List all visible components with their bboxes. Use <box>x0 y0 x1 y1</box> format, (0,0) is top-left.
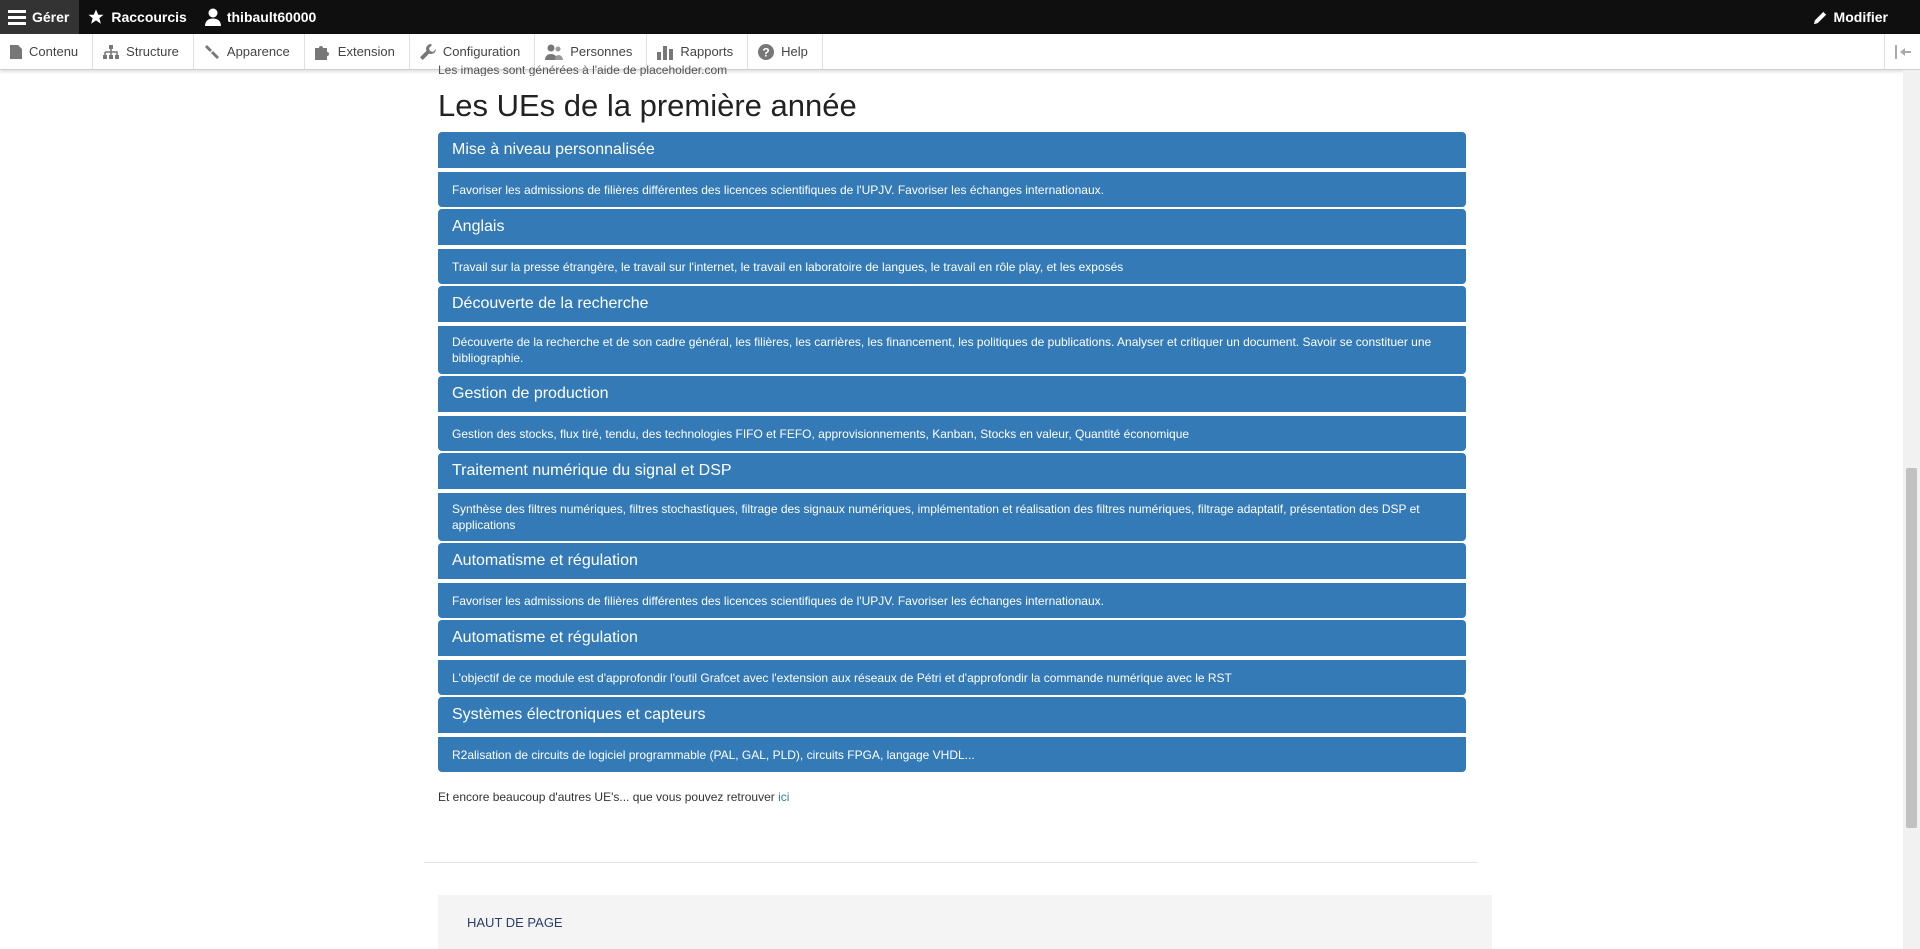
tray-item-extension[interactable]: Extension <box>305 34 410 69</box>
ue-title[interactable]: Gestion de production <box>438 376 1466 412</box>
tray-item-label: Apparence <box>226 44 290 59</box>
hamburger-icon <box>8 10 26 25</box>
ue-title[interactable]: Automatisme et régulation <box>438 620 1466 656</box>
ue-description: Favoriser les admissions de filières dif… <box>438 172 1466 207</box>
scrollbar-thumb[interactable] <box>1906 468 1917 828</box>
collapse-toolbar-button[interactable] <box>1884 34 1920 69</box>
shortcuts-label: Raccourcis <box>111 9 187 25</box>
pencil-icon <box>1813 11 1826 24</box>
shortcuts-button[interactable]: Raccourcis <box>79 0 196 34</box>
edit-button[interactable]: Modifier <box>1805 0 1920 34</box>
ue-title[interactable]: Traitement numérique du signal et DSP <box>438 453 1466 489</box>
collapse-arrow-icon <box>1894 44 1911 59</box>
tray-item-label: Rapports <box>680 44 734 59</box>
main-content: Les images sont générées à l'aide de pla… <box>438 60 1466 804</box>
puzzle-icon <box>314 45 329 60</box>
admin-toolbar: Gérer Raccourcis thibault60000 Modifier <box>0 0 1920 34</box>
ue-description: L'objectif de ce module est d'approfondi… <box>438 660 1466 695</box>
tray-item-label: Configuration <box>442 44 521 59</box>
more-ues-text: Et encore beaucoup d'autres UE's... que … <box>438 790 1466 804</box>
more-ues-label: Et encore beaucoup d'autres UE's... que … <box>438 790 779 804</box>
divider <box>424 862 1478 863</box>
back-to-top-link[interactable]: HAUT DE PAGE <box>438 895 1492 949</box>
ue-title[interactable]: Découverte de la recherche <box>438 286 1466 322</box>
tray-item-appearance[interactable]: Apparence <box>194 34 305 69</box>
brush-icon <box>204 44 219 59</box>
tray-item-label: Help <box>781 44 808 59</box>
ue-title[interactable]: Automatisme et régulation <box>438 543 1466 579</box>
page-heading: Les UEs de la première année <box>438 88 857 123</box>
ue-description: Favoriser les admissions de filières dif… <box>438 583 1466 618</box>
ue-description: Synthèse des filtres numériques, filtres… <box>438 493 1466 541</box>
help-icon: ? <box>758 43 775 60</box>
wrench-icon <box>419 43 436 60</box>
page-scrollbar[interactable] <box>1903 70 1920 949</box>
more-ues-link[interactable]: ici <box>778 790 789 804</box>
ue-list: Mise à niveau personnalisée Favoriser le… <box>438 132 1466 772</box>
user-icon <box>204 8 221 26</box>
star-icon <box>88 9 104 24</box>
sitemap-icon <box>103 44 120 59</box>
manage-button[interactable]: Gérer <box>0 0 80 34</box>
ue-description: Gestion des stocks, flux tiré, tendu, de… <box>438 416 1466 451</box>
svg-text:?: ? <box>762 45 769 59</box>
bar-chart-icon <box>657 45 674 60</box>
user-button[interactable]: thibault60000 <box>197 0 326 34</box>
edit-label: Modifier <box>1833 9 1888 25</box>
manage-label: Gérer <box>32 9 70 25</box>
tray-item-label: Contenu <box>29 44 79 59</box>
ue-description: R2alisation de circuits de logiciel prog… <box>438 737 1466 772</box>
people-icon <box>545 44 564 60</box>
cut-off-text: Les images sont générées à l'aide de pla… <box>438 64 728 76</box>
ue-title[interactable]: Systèmes électroniques et capteurs <box>438 697 1466 733</box>
document-icon <box>10 44 22 59</box>
ue-title[interactable]: Anglais <box>438 209 1466 245</box>
ue-description: Découverte de la recherche et de son cad… <box>438 326 1466 374</box>
tray-item-label: Structure <box>126 44 179 59</box>
ue-description: Travail sur la presse étrangère, le trav… <box>438 249 1466 284</box>
user-label: thibault60000 <box>226 9 317 25</box>
ue-title[interactable]: Mise à niveau personnalisée <box>438 132 1466 168</box>
tray-item-label: Personnes <box>570 44 633 59</box>
tray-item-content[interactable]: Contenu <box>0 34 94 69</box>
tray-item-structure[interactable]: Structure <box>93 34 194 69</box>
tray-item-label: Extension <box>337 44 395 59</box>
